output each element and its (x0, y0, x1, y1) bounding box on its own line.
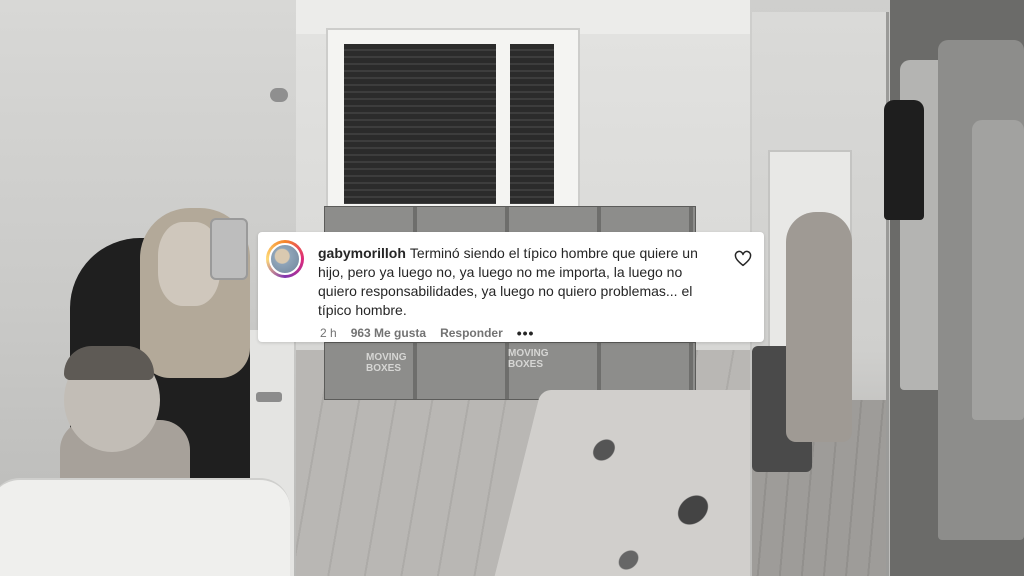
photo-bathroom-selfie (0, 0, 296, 576)
more-dots-icon[interactable]: ••• (517, 325, 535, 341)
comment-card: gabymorilloh Terminó siendo el típico hom… (258, 232, 764, 342)
avatar[interactable] (269, 243, 301, 275)
comment-time: 2 h (320, 326, 337, 340)
comment-username[interactable]: gabymorilloh (318, 245, 406, 261)
woman-figure (786, 212, 852, 442)
heart-icon[interactable] (734, 250, 752, 268)
hanging-clothes (884, 100, 924, 220)
box-label-line1: MOVING (508, 348, 549, 359)
avatar-story-ring[interactable] (266, 240, 304, 278)
reply-button[interactable]: Responder (440, 326, 503, 340)
comment-likes[interactable]: 963 Me gusta (351, 326, 426, 340)
child-hair (64, 346, 154, 380)
hanging-clothes (972, 120, 1024, 420)
sink (0, 478, 290, 576)
phone (210, 218, 248, 280)
box-label: MOVING BOXES (508, 348, 549, 370)
box-label-line1: MOVING (366, 352, 407, 363)
photo-closet-selfie (750, 0, 1024, 576)
wall-hook (270, 88, 288, 102)
door-handle (256, 392, 282, 402)
box-label: MOVING BOXES (366, 352, 407, 374)
window-blind (510, 44, 554, 204)
comment-body: gabymorilloh Terminó siendo el típico hom… (318, 244, 720, 320)
box-label-line2: BOXES (508, 359, 544, 370)
comment-meta: 2 h 963 Me gusta Responder ••• (320, 325, 535, 341)
box-label-line2: BOXES (366, 363, 402, 374)
window-blind (344, 44, 496, 204)
